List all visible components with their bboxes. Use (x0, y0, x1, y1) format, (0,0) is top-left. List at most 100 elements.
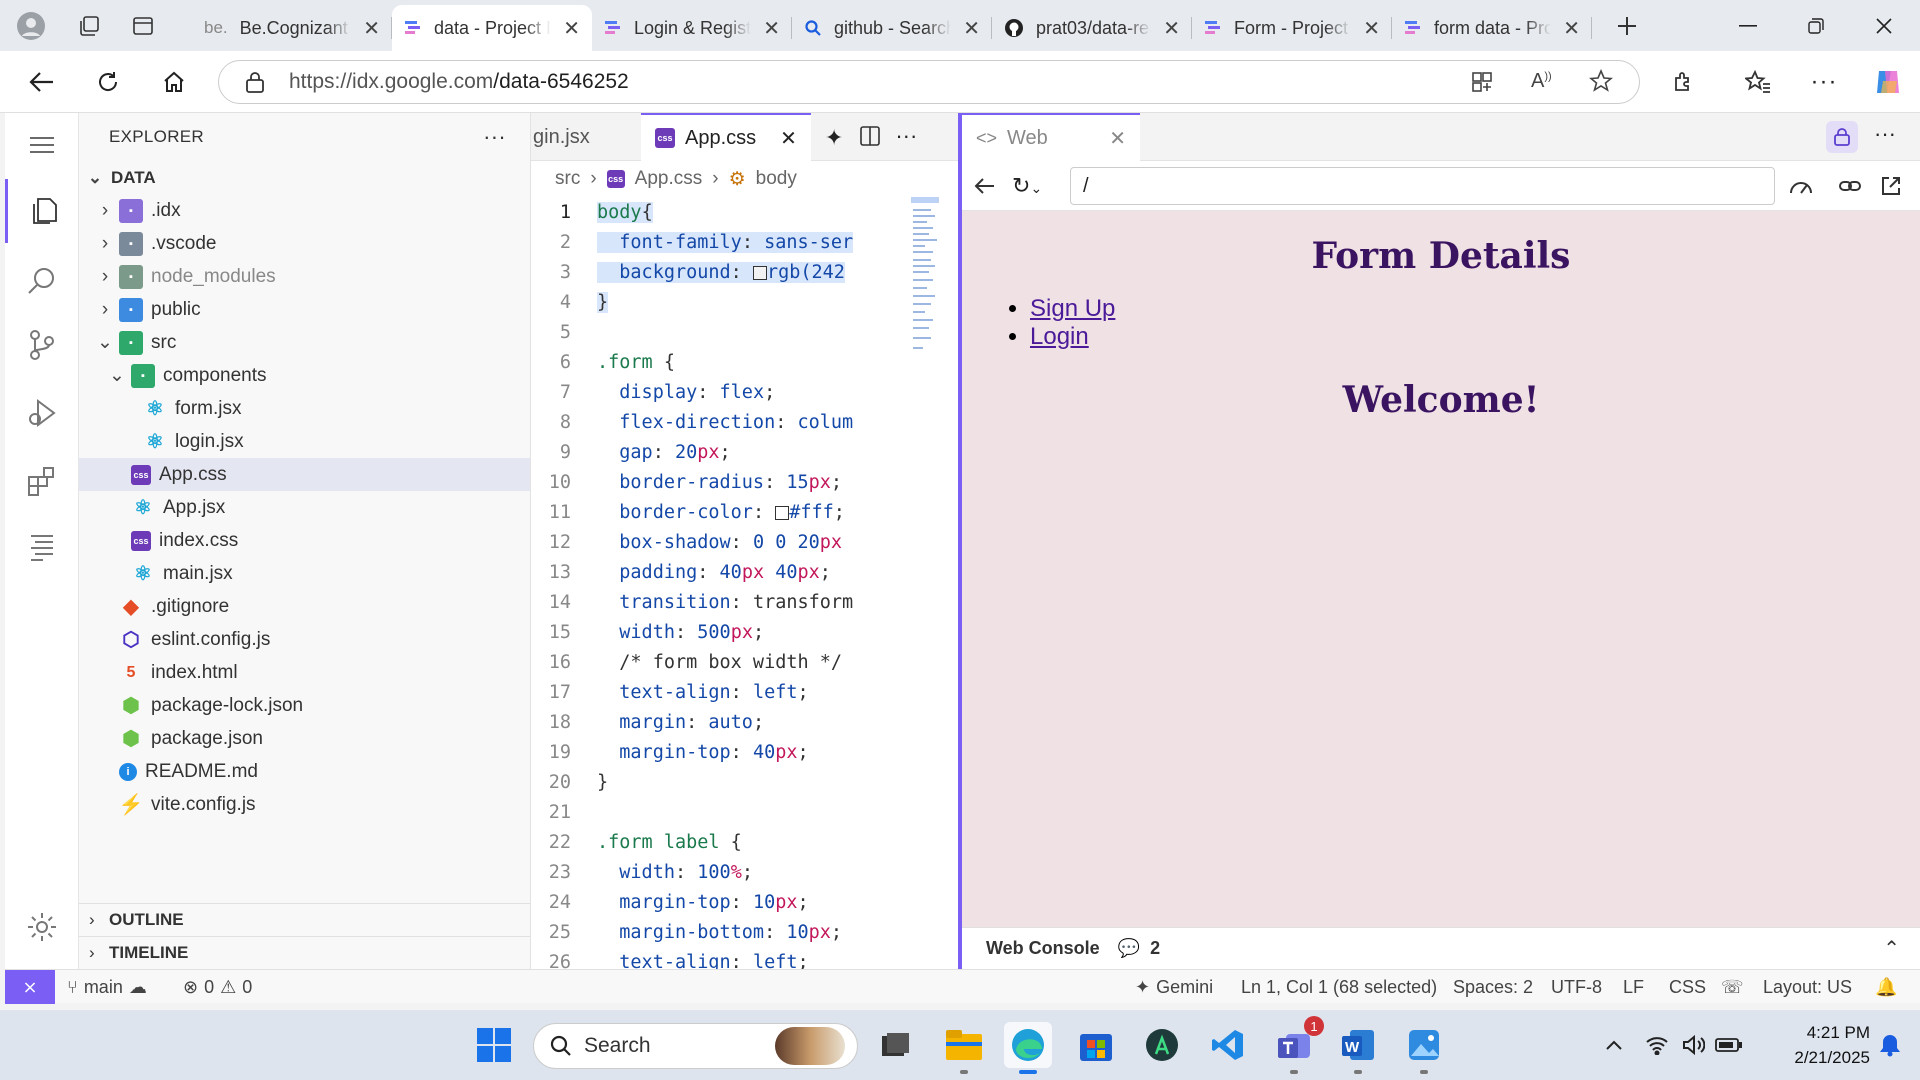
close-icon[interactable]: ✕ (780, 126, 797, 151)
vscode-icon[interactable] (1204, 1022, 1252, 1068)
run-debug-icon[interactable] (5, 381, 79, 445)
minimap[interactable] (911, 197, 951, 367)
close-icon[interactable]: ✕ (963, 16, 980, 41)
back-icon[interactable] (974, 177, 996, 195)
chevron-up-icon[interactable]: ⌃ (1883, 936, 1900, 961)
battery-icon[interactable] (1712, 1022, 1746, 1068)
editor-more-icon[interactable]: ··· (895, 123, 917, 160)
wifi-icon[interactable] (1640, 1022, 1674, 1068)
extensions-icon[interactable] (5, 449, 79, 513)
explorer-files-icon[interactable] (5, 179, 79, 243)
tree-item-node-modules[interactable]: › ▪ node_modules (79, 260, 530, 293)
android-studio-icon[interactable] (1138, 1022, 1186, 1068)
refresh-icon[interactable] (84, 51, 132, 113)
timeline-section[interactable]: › TIMELINE (79, 936, 531, 969)
home-icon[interactable] (150, 51, 198, 113)
source-control-icon[interactable] (5, 313, 79, 377)
tree-item-src[interactable]: ⌄ ▪ src (79, 326, 530, 359)
link-icon[interactable] (1838, 176, 1862, 196)
tab-form-project[interactable]: Form - Project IDX ✕ (1192, 5, 1392, 51)
tab-github-repo[interactable]: prat03/data-react ✕ (992, 5, 1192, 51)
notifications-bell-icon[interactable] (1870, 1022, 1910, 1068)
remote-indicator[interactable]: ⨯ (5, 970, 55, 1004)
start-windows-icon[interactable] (470, 1022, 518, 1068)
notifications-bell-icon[interactable]: 🔔 (1875, 970, 1897, 1004)
url-field[interactable]: https://idx.google.com/data-6546252 A)) (218, 60, 1640, 104)
open-external-icon[interactable] (1880, 175, 1902, 197)
tab-form-data[interactable]: form data - Project IDX ✕ (1392, 5, 1592, 51)
tree-item-login-jsx[interactable]: ⚛ login.jsx (79, 425, 530, 458)
preview-more-icon[interactable]: ··· (1874, 121, 1896, 147)
more-options-icon[interactable]: ··· (1800, 51, 1848, 113)
settings-gear-icon[interactable] (5, 895, 79, 959)
breadcrumb-src[interactable]: src (555, 168, 580, 190)
close-icon[interactable]: ✕ (563, 16, 580, 41)
indent-setting[interactable]: Spaces: 2 (1453, 970, 1533, 1004)
app-available-icon[interactable] (1471, 71, 1493, 93)
web-console-bar[interactable]: Web Console 💬 2 ⌃ (962, 927, 1920, 969)
tab-github-search[interactable]: github - Search ✕ (792, 5, 992, 51)
eol-setting[interactable]: LF (1623, 970, 1644, 1004)
edge-browser-icon[interactable] (1004, 1022, 1052, 1074)
split-editor-icon[interactable] (859, 125, 881, 160)
tree-root-data[interactable]: ⌄ DATA (79, 161, 530, 194)
breadcrumb-file[interactable]: App.css (635, 168, 703, 190)
close-icon[interactable]: ✕ (1109, 126, 1126, 151)
branch-indicator[interactable]: ⑂ main ☁ (67, 970, 147, 1004)
new-tab-icon[interactable] (1600, 0, 1654, 51)
tree-item-form-jsx[interactable]: ⚛ form.jsx (79, 392, 530, 425)
more-actions-icon[interactable]: ··· (483, 124, 506, 150)
task-view-icon[interactable] (872, 1022, 920, 1068)
tab-login-registration[interactable]: Login & Registration ✕ (592, 5, 792, 51)
gemini-status[interactable]: ✦ Gemini (1135, 970, 1213, 1004)
performance-icon[interactable] (1788, 175, 1814, 197)
reload-icon[interactable]: ↻⌄ (1012, 173, 1042, 199)
login-link[interactable]: Login (1030, 323, 1089, 350)
tree-item-index-css[interactable]: css index.css (79, 524, 530, 557)
tree-item-package-lock[interactable]: ⬢ package-lock.json (79, 689, 530, 722)
extensions-icon[interactable] (1660, 51, 1708, 113)
problems-indicator[interactable]: ⊗ 0 ⚠ 0 (183, 970, 252, 1004)
tree-item-readme[interactable]: i README.md (79, 755, 530, 788)
teams-icon[interactable]: 1 (1270, 1016, 1324, 1074)
favorite-star-icon[interactable] (1589, 69, 1613, 93)
editor-tab-app-css[interactable]: css App.css ✕ (641, 113, 811, 161)
microsoft-store-icon[interactable] (1072, 1022, 1120, 1068)
tree-item-index-html[interactable]: 5 index.html (79, 656, 530, 689)
tree-item-main-jsx[interactable]: ⚛ main.jsx (79, 557, 530, 590)
tree-item-eslint[interactable]: ⬡ eslint.config.js (79, 623, 530, 656)
vertical-tabs-icon[interactable] (116, 0, 170, 51)
close-window-icon[interactable] (1850, 0, 1918, 51)
read-aloud-icon[interactable]: A)) (1531, 70, 1552, 93)
search-icon[interactable] (5, 249, 79, 313)
outline-section[interactable]: › OUTLINE (79, 903, 531, 936)
tree-item-app-css[interactable]: css App.css (79, 458, 530, 491)
tree-item-idx[interactable]: › ▪ .idx (79, 194, 530, 227)
tree-item-app-jsx[interactable]: ⚛ App.jsx (79, 491, 530, 524)
tab-becognizant[interactable]: be. Be.Cognizant ✕ (192, 5, 392, 51)
tree-item-vite-config[interactable]: ⚡ vite.config.js (79, 788, 530, 821)
photos-app-icon[interactable] (1400, 1022, 1448, 1074)
menu-icon[interactable] (5, 113, 79, 177)
tree-item-gitignore[interactable]: ◆ .gitignore (79, 590, 530, 623)
file-explorer-icon[interactable] (940, 1022, 988, 1074)
close-icon[interactable]: ✕ (763, 16, 780, 41)
keyboard-layout[interactable]: Layout: US (1763, 970, 1852, 1004)
editor-tab-login[interactable]: gin.jsx (531, 113, 641, 161)
close-icon[interactable]: ✕ (1163, 16, 1180, 41)
preview-url-field[interactable]: / (1070, 167, 1775, 205)
tree-item-package-json[interactable]: ⬢ package.json (79, 722, 530, 755)
gemini-sparkle-icon[interactable]: ✦ (825, 125, 843, 160)
language-mode[interactable]: CSS (1669, 970, 1706, 1004)
favorites-icon[interactable] (1734, 51, 1782, 113)
code-area[interactable]: 1 body{ 2 font-family: sans-ser 3 backgro… (531, 197, 958, 969)
copilot-icon[interactable] (1864, 51, 1912, 113)
encoding-setting[interactable]: UTF-8 (1551, 970, 1602, 1004)
tab-data-project[interactable]: data - Project IDX ✕ (392, 5, 592, 51)
workspaces-icon[interactable] (62, 0, 116, 51)
clock[interactable]: 4:21 PM 2/21/2025 (1762, 1020, 1870, 1070)
profile-icon[interactable] (0, 0, 62, 51)
lock-icon[interactable] (1826, 121, 1858, 153)
word-icon[interactable]: W (1334, 1022, 1382, 1074)
preview-tab-web[interactable]: <> Web ✕ (962, 113, 1140, 161)
